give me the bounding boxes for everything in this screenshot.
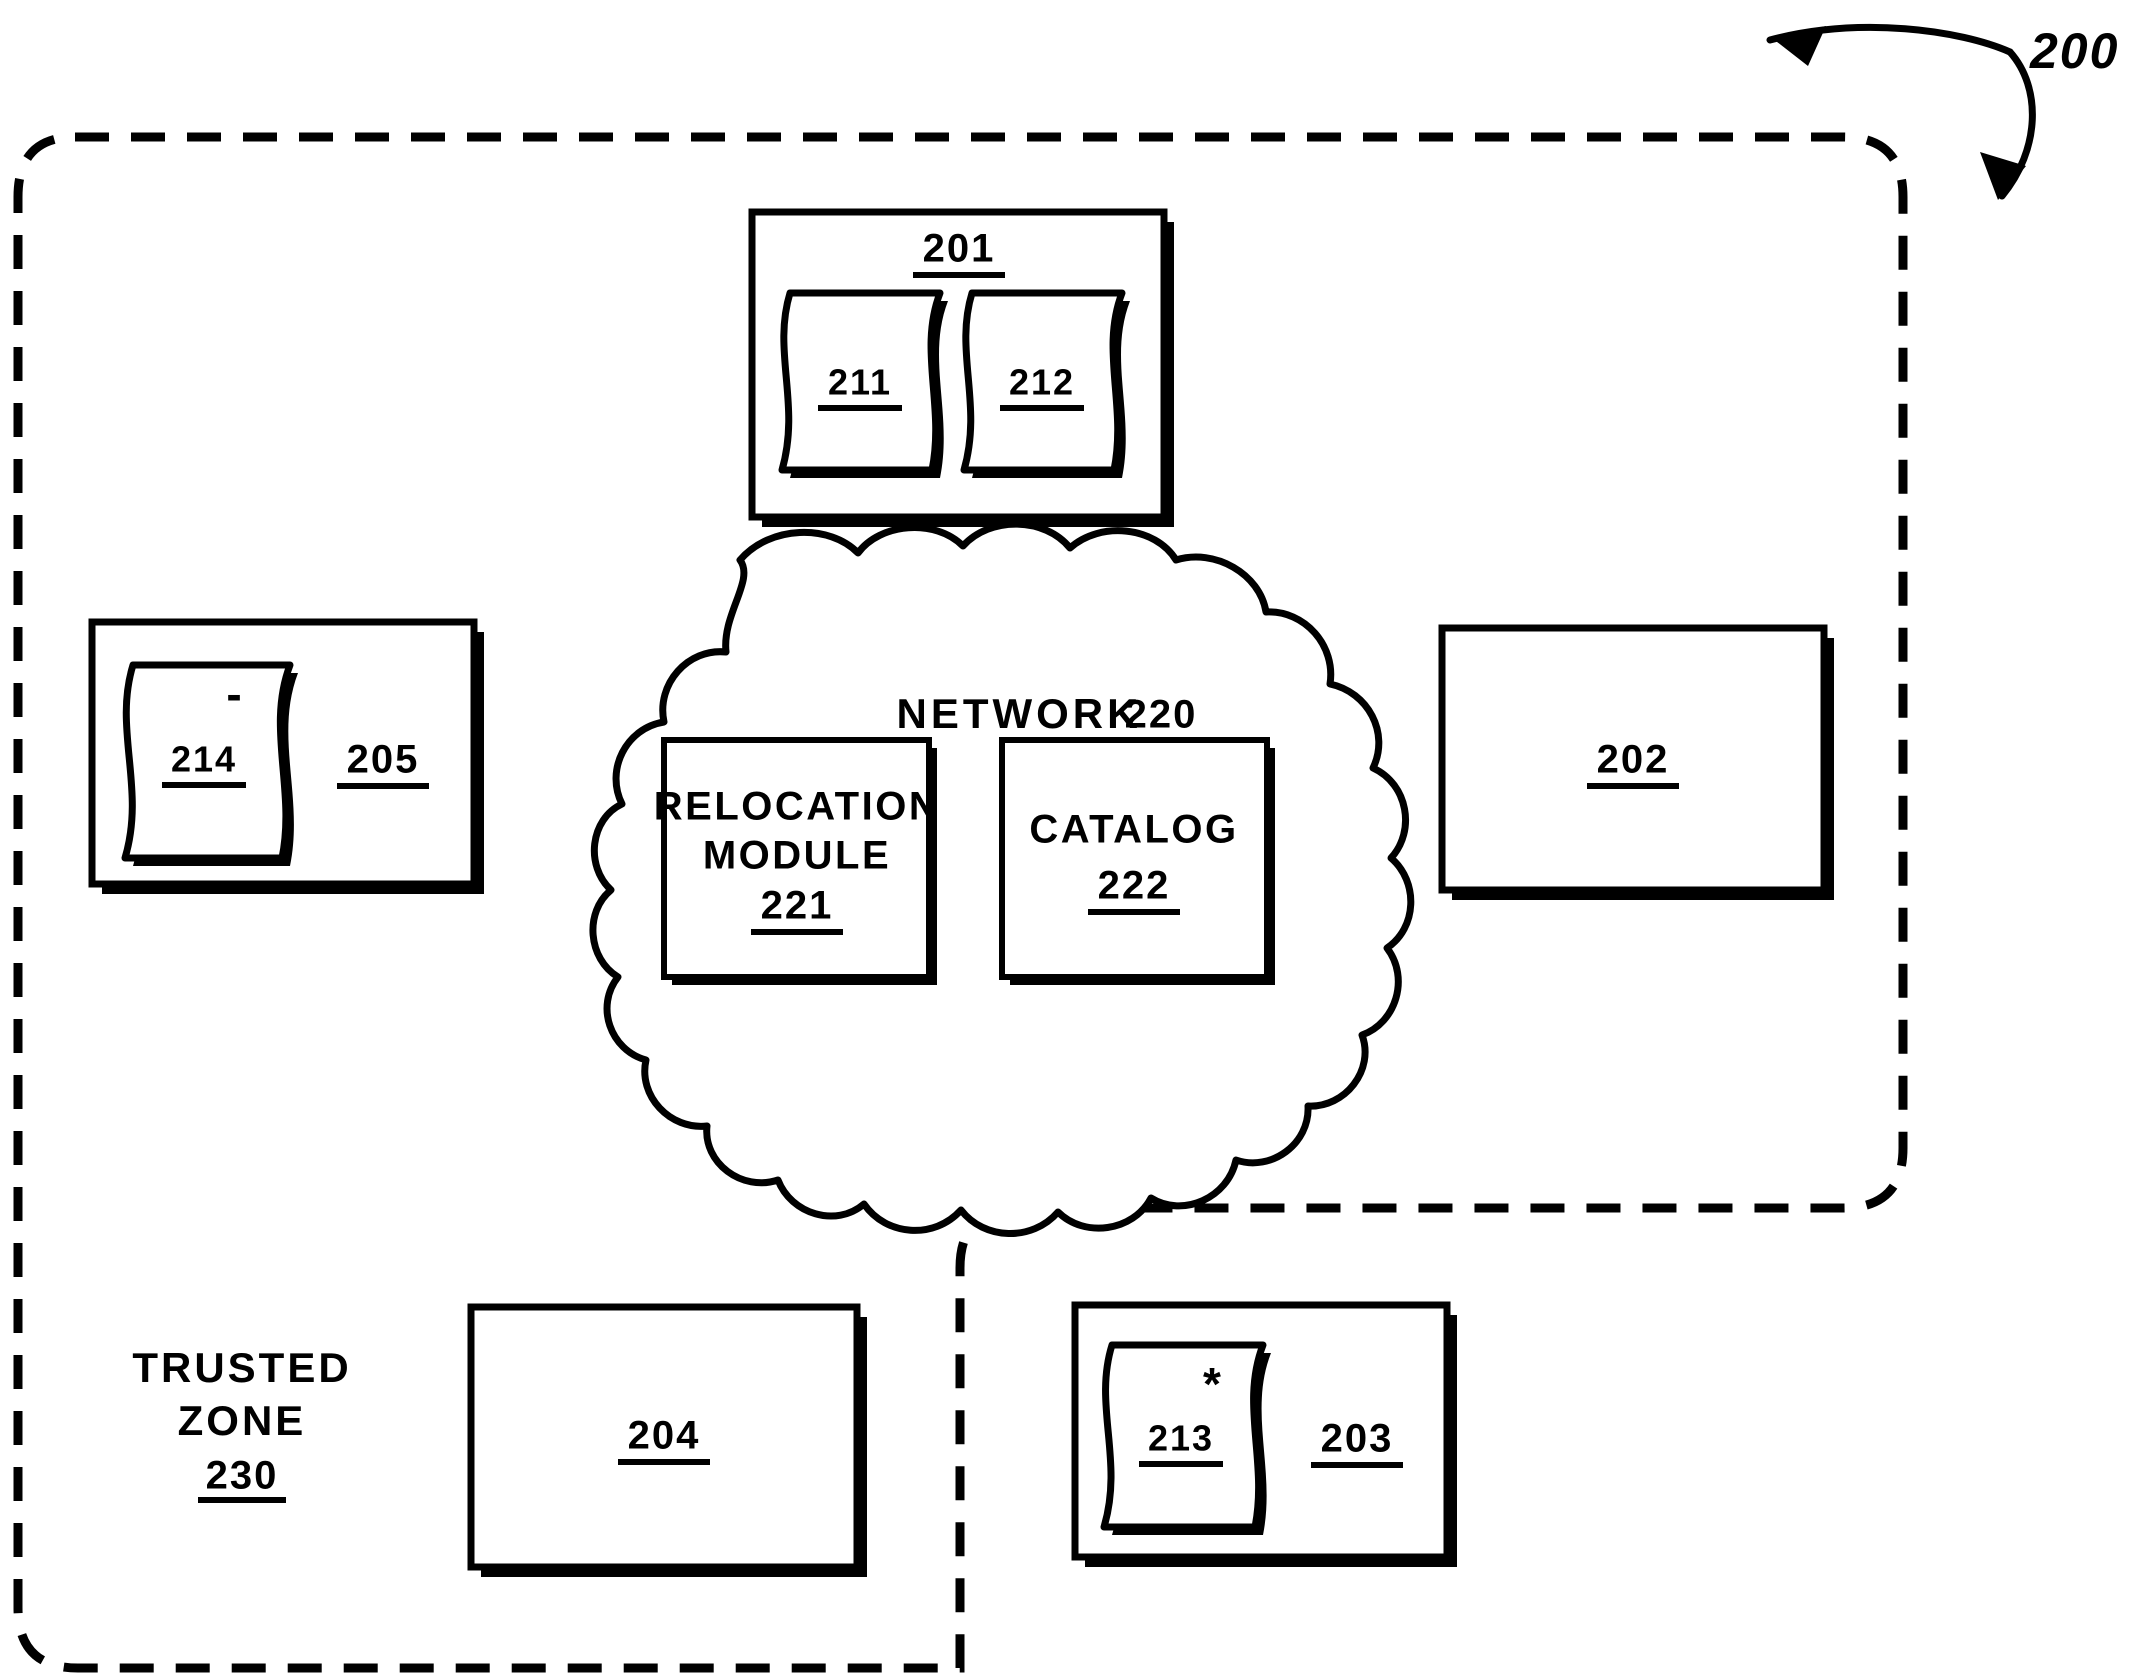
figure-number-label: 200 (2029, 23, 2119, 79)
document-213-ref: 213 (1148, 1418, 1214, 1459)
node-205-ref: 205 (347, 738, 420, 782)
relocation-module-title-line2: MODULE (703, 834, 891, 878)
document-213-mark: * (1203, 1358, 1221, 1410)
node-204-group: 204 (467, 1303, 867, 1577)
document-214-mark: - (226, 668, 241, 720)
node-202-ref: 202 (1597, 738, 1670, 782)
catalog-module-box (999, 737, 1270, 980)
node-202-group: 202 (1438, 624, 1834, 900)
node-205-group: - 214 205 (88, 618, 484, 894)
figure-canvas: 200 TRUSTED ZONE 230 201 211 212 - 214 2… (13, 23, 2119, 1673)
relocation-module-title-line1: RELOCATION (654, 785, 940, 829)
network-cloud-group: NETWORK 220 RELOCATION MODULE 221 CATALO… (589, 520, 1415, 1237)
relocation-module-ref: 221 (761, 884, 834, 928)
trusted-zone-label-group: TRUSTED ZONE 230 (132, 1344, 351, 1503)
patent-figure-200: 200 TRUSTED ZONE 230 201 211 212 - 214 2… (0, 0, 2143, 1673)
catalog-module-ref: 222 (1098, 864, 1171, 908)
network-cloud-title: NETWORK (897, 690, 1142, 737)
node-201-group: 201 211 212 (748, 208, 1174, 527)
trusted-zone-ref: 230 (206, 1454, 279, 1498)
node-203-group: * 213 203 (1071, 1301, 1457, 1567)
document-212-ref: 212 (1009, 362, 1075, 403)
node-203-ref: 203 (1321, 1417, 1394, 1461)
catalog-module-title-line1: CATALOG (1029, 808, 1238, 852)
figure-number-leader: 200 (1766, 23, 2119, 200)
document-211-ref: 211 (828, 362, 892, 403)
node-201-ref: 201 (923, 227, 996, 271)
network-cloud-ref: 220 (1125, 693, 1198, 737)
trusted-zone-label-line2: ZONE (178, 1397, 307, 1444)
trusted-zone-label-line1: TRUSTED (132, 1344, 351, 1391)
leader-arrowhead-upper (1772, 26, 1826, 66)
document-214-ref: 214 (171, 739, 237, 780)
node-204-ref: 204 (628, 1414, 701, 1458)
